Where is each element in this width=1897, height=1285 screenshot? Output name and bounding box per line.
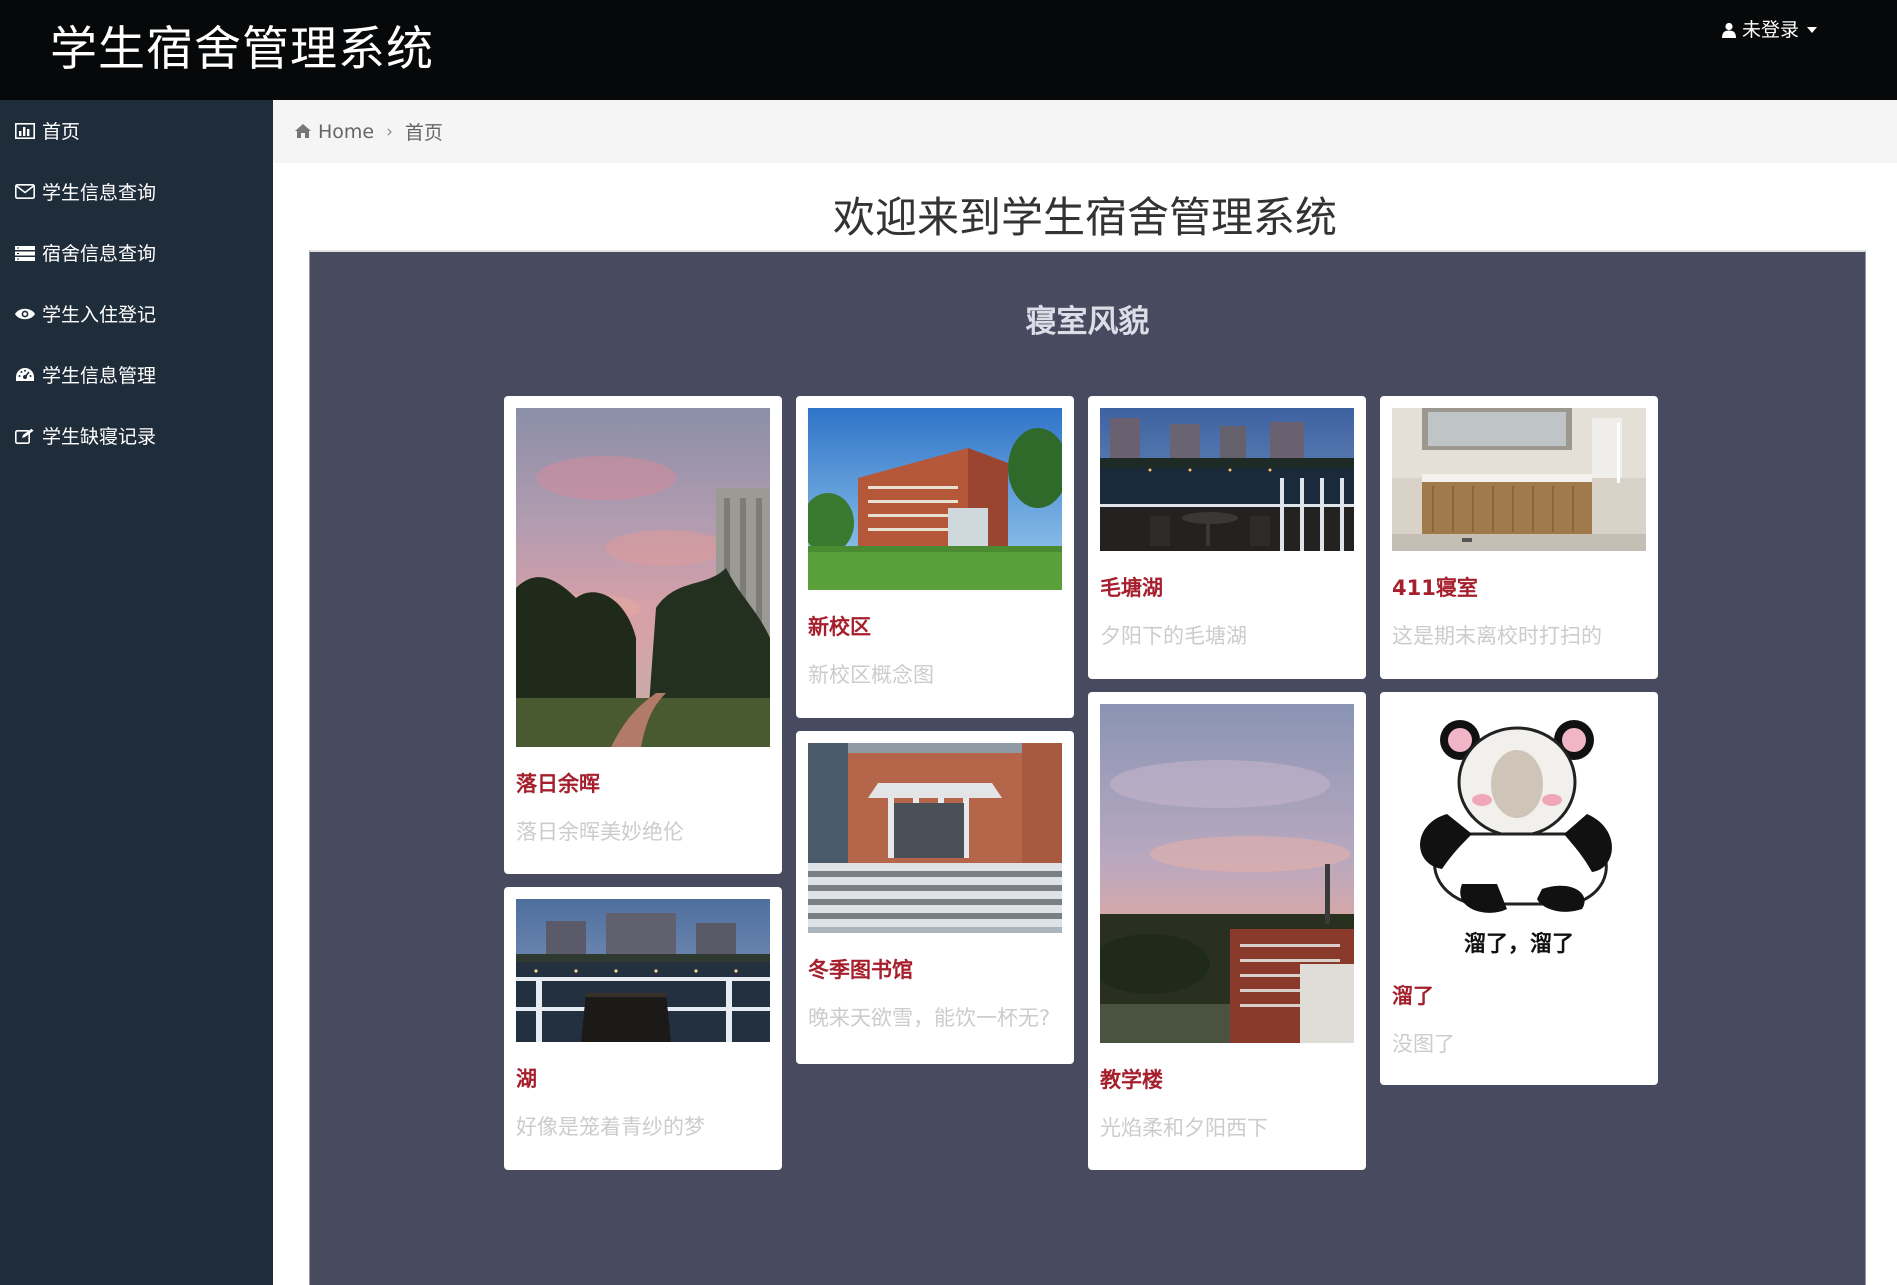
sidebar-item-label: 学生信息查询 xyxy=(42,182,157,204)
card-description: 没图了 xyxy=(1392,1032,1455,1056)
card-description: 新校区概念图 xyxy=(808,663,934,687)
sidebar-item-label: 首页 xyxy=(42,121,81,143)
sidebar-item-dorm-query[interactable]: 宿舍信息查询 xyxy=(0,222,273,283)
dorm-washroom-photo xyxy=(1392,408,1646,551)
gallery-card[interactable]: 溜了，溜了 溜了 没图了 xyxy=(1380,692,1658,1085)
dashboard-icon xyxy=(14,365,36,385)
card-description: 光焰柔和夕阳西下 xyxy=(1100,1116,1268,1140)
card-title: 落日余晖 xyxy=(516,772,600,796)
sidebar-item-absence-record[interactable]: 学生缺寝记录 xyxy=(0,405,273,466)
card-title: 冬季图书馆 xyxy=(808,958,913,982)
maotang-lake-photo xyxy=(1100,408,1354,551)
sidebar-item-student-query[interactable]: 学生信息查询 xyxy=(0,161,273,222)
gallery-card[interactable]: 411寝室 这是期末离校时打扫的 xyxy=(1380,396,1658,679)
user-menu-dropdown[interactable]: 未登录 xyxy=(1721,18,1817,42)
card-description: 落日余晖美妙绝伦 xyxy=(516,820,684,844)
gallery-card[interactable]: 冬季图书馆 晚来天欲雪，能饮一杯无? xyxy=(796,731,1074,1064)
sidebar-item-checkin[interactable]: 学生入住登记 xyxy=(0,283,273,344)
panda-meme-image: 溜了，溜了 xyxy=(1392,704,1646,959)
eye-icon xyxy=(14,304,36,324)
lake-evening-photo xyxy=(516,899,770,1042)
card-title: 教学楼 xyxy=(1100,1068,1163,1092)
card-title: 毛塘湖 xyxy=(1100,576,1163,600)
breadcrumb-current: 首页 xyxy=(404,122,443,144)
bar-chart-icon xyxy=(14,121,36,141)
card-title: 411寝室 xyxy=(1392,576,1478,600)
home-icon xyxy=(295,121,311,143)
winter-library-photo xyxy=(808,743,1062,933)
sidebar-item-label: 学生缺寝记录 xyxy=(42,426,157,448)
card-title: 溜了 xyxy=(1392,984,1434,1008)
page-title: 欢迎来到学生宿舍管理系统 xyxy=(832,193,1337,242)
breadcrumb-separator-icon: › xyxy=(386,121,393,142)
sidebar-item-label: 学生入住登记 xyxy=(42,304,157,326)
breadcrumb-home-link[interactable]: Home xyxy=(295,121,374,143)
gallery-card[interactable]: 新校区 新校区概念图 xyxy=(796,396,1074,718)
sidebar-item-home[interactable]: 首页 xyxy=(0,100,273,161)
sidebar-item-student-manage[interactable]: 学生信息管理 xyxy=(0,344,273,405)
user-icon xyxy=(1721,22,1736,38)
caret-down-icon xyxy=(1807,27,1817,33)
sidebar-item-label: 宿舍信息查询 xyxy=(42,243,157,265)
gallery-card[interactable]: 教学楼 光焰柔和夕阳西下 xyxy=(1088,692,1366,1170)
breadcrumb-home-label: Home xyxy=(318,120,375,143)
card-title: 湖 xyxy=(516,1067,537,1091)
gallery-panel: 寝室风貌 落日余晖 落日余晖美妙绝伦 湖 好像是笼着青纱的梦 新校区 新校区概念… xyxy=(309,250,1866,1285)
user-menu-label: 未登录 xyxy=(1741,19,1799,41)
breadcrumb: Home › 首页 xyxy=(273,100,1897,163)
gallery-card[interactable]: 落日余晖 落日余晖美妙绝伦 xyxy=(504,396,782,874)
top-navbar: 学生宿舍管理系统 未登录 xyxy=(0,0,1897,100)
edit-icon xyxy=(14,426,36,446)
card-description: 好像是笼着青纱的梦 xyxy=(516,1115,705,1139)
card-description: 夕阳下的毛塘湖 xyxy=(1100,624,1247,648)
teaching-building-photo xyxy=(1100,704,1354,1043)
card-title: 新校区 xyxy=(808,615,871,639)
envelope-icon xyxy=(14,182,36,202)
new-campus-rendering xyxy=(808,408,1062,590)
app-title[interactable]: 学生宿舍管理系统 xyxy=(50,22,434,78)
gallery-card[interactable]: 毛塘湖 夕阳下的毛塘湖 xyxy=(1088,396,1366,679)
gallery-title: 寝室风貌 xyxy=(1025,304,1150,340)
sidebar: 首页 学生信息查询 宿舍信息查询 学生入住登记 学生信息管理 学生缺寝记录 xyxy=(0,100,273,1285)
gallery-card[interactable]: 湖 好像是笼着青纱的梦 xyxy=(504,887,782,1170)
sidebar-item-label: 学生信息管理 xyxy=(42,365,157,387)
list-icon xyxy=(14,243,36,263)
card-description: 晚来天欲雪，能饮一杯无? xyxy=(808,1006,1051,1030)
meme-caption: 溜了，溜了 xyxy=(1463,932,1574,957)
sunset-campus-photo xyxy=(516,408,770,747)
card-description: 这是期末离校时打扫的 xyxy=(1392,624,1602,648)
